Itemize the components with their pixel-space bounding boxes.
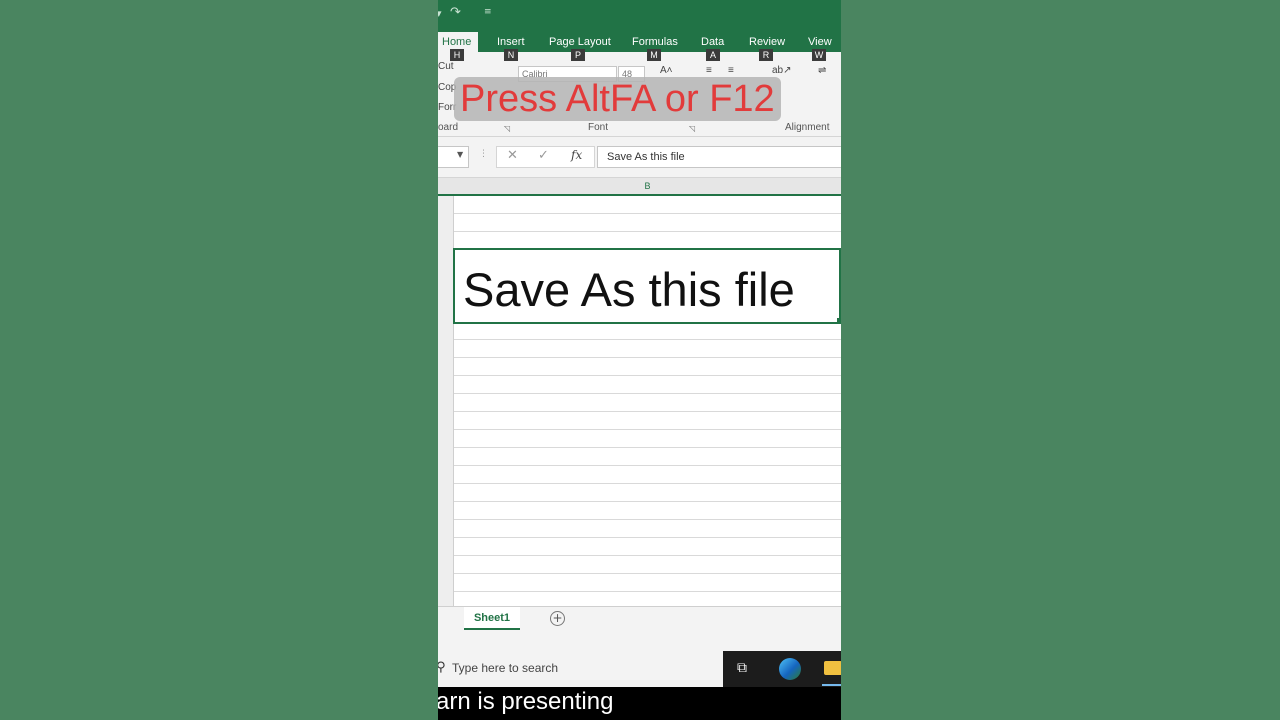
keytip-data: A: [706, 49, 720, 61]
formula-input[interactable]: Save As this file: [597, 146, 841, 168]
tab-page-layout[interactable]: Page Layout: [549, 36, 611, 48]
search-icon: ⚲: [438, 660, 446, 675]
enter-icon[interactable]: ✓: [538, 148, 549, 163]
keytip-page-layout: P: [571, 49, 585, 61]
keytip-view: W: [812, 49, 826, 61]
ribbon-tabs: Home Insert Page Layout Formulas Data Re…: [438, 32, 841, 52]
file-explorer-icon[interactable]: [824, 661, 841, 675]
align-middle-icon[interactable]: ≡: [728, 65, 734, 76]
align-top-icon[interactable]: ≡: [706, 65, 712, 76]
tab-review[interactable]: Review: [749, 36, 785, 48]
row-headers: [438, 196, 454, 606]
keytip-insert: N: [504, 49, 518, 61]
active-cell-text: Save As this file: [463, 263, 795, 316]
font-group-label: Font: [588, 122, 609, 133]
cut-button[interactable]: Cut: [438, 61, 454, 72]
sheet-tabs-bar: Sheet1 +: [438, 606, 841, 631]
task-view-icon[interactable]: ⧉: [737, 660, 753, 676]
edge-icon[interactable]: [779, 658, 801, 680]
increase-font-icon[interactable]: A˄: [660, 65, 673, 76]
search-placeholder: Type here to search: [452, 661, 559, 675]
fill-handle[interactable]: [837, 318, 841, 323]
windows-taskbar: ⚲ Type here to search ⧉: [438, 651, 841, 687]
name-box-dropdown-icon[interactable]: ▼: [457, 150, 463, 159]
clipboard-group-label: oard: [438, 122, 459, 133]
keytip-review: R: [759, 49, 773, 61]
tab-data[interactable]: Data: [701, 36, 724, 48]
cancel-icon[interactable]: ✕: [507, 148, 518, 163]
formula-bar-options-icon: ⋮: [479, 149, 488, 159]
status-bar: [438, 631, 841, 651]
tab-insert[interactable]: Insert: [497, 36, 525, 48]
caption-text: arn is presenting: [438, 688, 614, 715]
column-headers: B: [438, 178, 841, 196]
quick-access-dropdown-icon[interactable]: ▾: [438, 7, 442, 20]
keytip-home: H: [450, 49, 464, 61]
insert-function-icon[interactable]: fx: [571, 148, 582, 162]
font-launcher-icon[interactable]: ◹: [689, 124, 695, 133]
redo-icon[interactable]: ↷: [450, 5, 461, 20]
formula-bar: ▼ ⋮ ✕ ✓ fx Save As this file: [438, 137, 841, 178]
keytip-formulas: M: [647, 49, 661, 61]
column-header-b[interactable]: B: [454, 178, 841, 194]
add-sheet-icon[interactable]: +: [550, 611, 565, 626]
clipboard-launcher-icon[interactable]: ◹: [504, 124, 510, 133]
orientation-icon[interactable]: ab↗: [772, 65, 792, 76]
tab-formulas[interactable]: Formulas: [632, 36, 678, 48]
customize-toolbar-icon[interactable]: ≡: [484, 7, 492, 17]
title-bar: ▾ ↷ ≡: [438, 0, 841, 32]
excel-window: ▾ ↷ ≡ Home Insert Page Layout Formulas D…: [438, 0, 841, 720]
wrap-text-icon[interactable]: ⇌: [818, 65, 826, 76]
video-caption: arn is presenting: [438, 687, 841, 720]
tab-view[interactable]: View: [808, 36, 832, 48]
shortcut-overlay: Press AltFA or F12: [454, 77, 781, 121]
active-cell[interactable]: Save As this file: [453, 248, 841, 324]
alignment-group-label: Alignment: [785, 122, 830, 133]
taskbar-search-box[interactable]: ⚲ Type here to search: [438, 651, 723, 687]
sheet-tab-sheet1[interactable]: Sheet1: [464, 607, 520, 630]
file-explorer-active-indicator: [822, 684, 841, 686]
name-box[interactable]: [438, 146, 469, 168]
